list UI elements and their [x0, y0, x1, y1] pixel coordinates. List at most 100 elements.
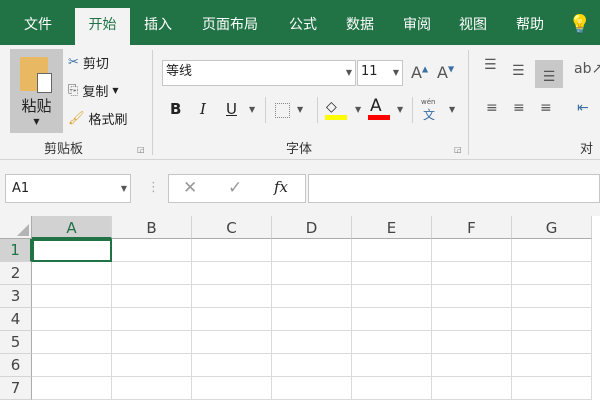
chevron-down-icon[interactable]: ▼ — [355, 105, 361, 114]
tab-home[interactable]: 开始 — [75, 8, 130, 45]
chevron-down-icon[interactable]: ▼ — [297, 105, 303, 114]
align-right-icon[interactable]: ≡ — [540, 100, 552, 116]
top-align-icon[interactable]: ☰ — [484, 57, 497, 73]
insert-function-button[interactable]: fx — [274, 178, 288, 196]
cell-C6[interactable] — [192, 354, 272, 377]
column-header-B[interactable]: B — [112, 216, 192, 239]
cell-D4[interactable] — [272, 308, 352, 331]
cell-G4[interactable] — [512, 308, 592, 331]
tab-page-layout[interactable]: 页面布局 — [190, 0, 270, 45]
font-color-icon[interactable]: A — [370, 96, 382, 116]
cell-G1[interactable] — [512, 239, 592, 262]
cell-D7[interactable] — [272, 377, 352, 400]
format-painter-button[interactable]: 🖌 格式刷 — [68, 109, 128, 128]
cell-B4[interactable] — [112, 308, 192, 331]
cell-E2[interactable] — [352, 262, 432, 285]
orientation-icon[interactable]: ab↗ — [574, 61, 600, 77]
cell-A1[interactable] — [32, 239, 112, 262]
cell-B6[interactable] — [112, 354, 192, 377]
phonetic-guide-top[interactable]: wén — [421, 98, 435, 106]
cell-C4[interactable] — [192, 308, 272, 331]
cell-F7[interactable] — [432, 377, 512, 400]
bottom-align-icon[interactable]: ☰ — [535, 60, 563, 88]
cell-E4[interactable] — [352, 308, 432, 331]
cell-B7[interactable] — [112, 377, 192, 400]
tab-data[interactable]: 数据 — [335, 0, 385, 45]
cell-B1[interactable] — [112, 239, 192, 262]
cut-button[interactable]: ✂ 剪切 — [68, 53, 109, 72]
cell-C7[interactable] — [192, 377, 272, 400]
cell-F5[interactable] — [432, 331, 512, 354]
cell-G3[interactable] — [512, 285, 592, 308]
decrease-font-size-icon[interactable]: A▼ — [437, 63, 454, 82]
select-all-button[interactable] — [0, 216, 32, 239]
enter-button[interactable]: ✓ — [228, 178, 242, 198]
tab-help[interactable]: 帮助 — [505, 0, 555, 45]
cell-E3[interactable] — [352, 285, 432, 308]
borders-icon[interactable] — [275, 103, 290, 118]
cell-A6[interactable] — [32, 354, 112, 377]
chevron-down-icon[interactable]: ▼ — [449, 105, 455, 114]
font-name-select[interactable]: 等线 ▼ — [162, 60, 356, 86]
column-header-D[interactable]: D — [272, 216, 352, 239]
tell-me-lightbulb-icon[interactable]: 💡 — [565, 0, 595, 45]
column-header-G[interactable]: G — [512, 216, 592, 239]
cancel-button[interactable]: ✕ — [183, 178, 197, 198]
cell-G2[interactable] — [512, 262, 592, 285]
tab-insert[interactable]: 插入 — [133, 0, 183, 45]
dialog-launcher-icon[interactable]: ◲ — [137, 145, 145, 154]
bold-button[interactable]: B — [170, 100, 181, 118]
cell-A4[interactable] — [32, 308, 112, 331]
name-box[interactable]: A1 ▼ — [5, 174, 131, 203]
cell-F4[interactable] — [432, 308, 512, 331]
cell-B5[interactable] — [112, 331, 192, 354]
row-header-6[interactable]: 6 — [0, 354, 32, 377]
cell-A7[interactable] — [32, 377, 112, 400]
row-header-2[interactable]: 2 — [0, 262, 32, 285]
tab-view[interactable]: 视图 — [448, 0, 498, 45]
cell-G7[interactable] — [512, 377, 592, 400]
column-header-A[interactable]: A — [32, 216, 112, 239]
cell-C3[interactable] — [192, 285, 272, 308]
cell-F2[interactable] — [432, 262, 512, 285]
paste-button[interactable]: 粘贴 ▼ — [10, 49, 63, 133]
increase-font-size-icon[interactable]: A▲ — [411, 63, 428, 82]
middle-align-icon[interactable]: ☰ — [512, 63, 525, 79]
row-header-1[interactable]: 1 — [0, 239, 32, 262]
dialog-launcher-icon[interactable]: ◲ — [454, 145, 462, 154]
cell-F1[interactable] — [432, 239, 512, 262]
fill-color-icon[interactable]: ◇ — [326, 99, 337, 115]
cell-D2[interactable] — [272, 262, 352, 285]
column-header-E[interactable]: E — [352, 216, 432, 239]
row-header-4[interactable]: 4 — [0, 308, 32, 331]
cell-A2[interactable] — [32, 262, 112, 285]
cell-D1[interactable] — [272, 239, 352, 262]
align-center-icon[interactable]: ≡ — [513, 100, 525, 116]
align-left-icon[interactable]: ≡ — [486, 100, 498, 116]
font-size-select[interactable]: 11 ▼ — [357, 60, 403, 86]
cell-F6[interactable] — [432, 354, 512, 377]
row-header-5[interactable]: 5 — [0, 331, 32, 354]
cell-A3[interactable] — [32, 285, 112, 308]
cell-E6[interactable] — [352, 354, 432, 377]
cell-G5[interactable] — [512, 331, 592, 354]
cell-A5[interactable] — [32, 331, 112, 354]
tab-review[interactable]: 审阅 — [392, 0, 442, 45]
copy-button[interactable]: ⎘ 复制 ▼ — [68, 81, 119, 100]
cell-D6[interactable] — [272, 354, 352, 377]
decrease-indent-icon[interactable]: ⇤ — [577, 100, 589, 116]
cell-F3[interactable] — [432, 285, 512, 308]
cell-B2[interactable] — [112, 262, 192, 285]
phonetic-guide-icon[interactable]: 文 — [423, 106, 435, 123]
underline-button[interactable]: U — [226, 100, 237, 118]
column-header-F[interactable]: F — [432, 216, 512, 239]
cell-G6[interactable] — [512, 354, 592, 377]
cell-D3[interactable] — [272, 285, 352, 308]
cell-E5[interactable] — [352, 331, 432, 354]
cell-E1[interactable] — [352, 239, 432, 262]
cell-D5[interactable] — [272, 331, 352, 354]
chevron-down-icon[interactable]: ▼ — [249, 105, 255, 114]
formula-input[interactable] — [308, 174, 600, 203]
cell-C2[interactable] — [192, 262, 272, 285]
chevron-down-icon[interactable]: ▼ — [397, 105, 403, 114]
